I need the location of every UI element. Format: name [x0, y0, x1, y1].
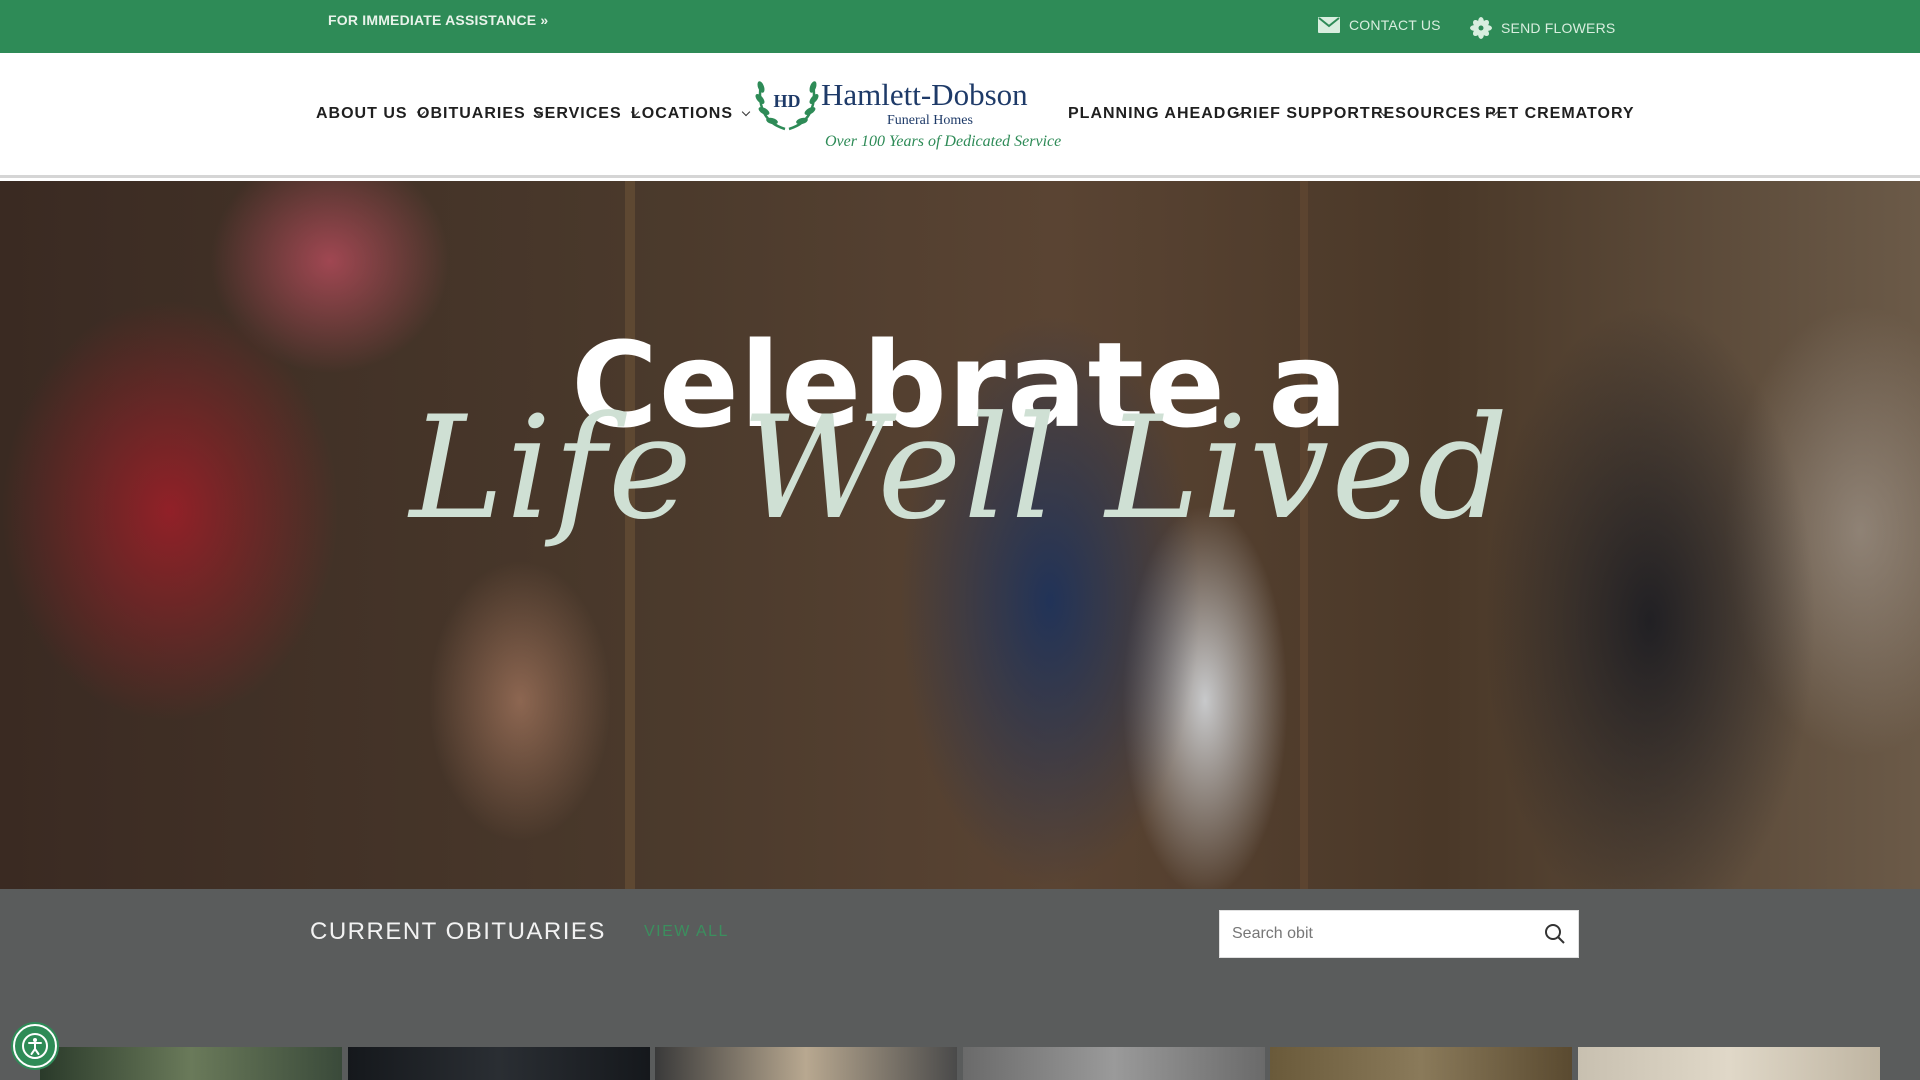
obituary-cards — [0, 1047, 1920, 1080]
top-bar: FOR IMMEDIATE ASSISTANCE » CONTACT US SE… — [0, 0, 1920, 53]
search-obit-input[interactable] — [1220, 911, 1520, 957]
obituary-card[interactable] — [1578, 1047, 1880, 1080]
nav-about-us[interactable]: ABOUT US — [316, 105, 425, 123]
hero-banner: Celebrate a Life Well Lived — [0, 181, 1920, 889]
obituaries-heading: CURRENT OBITUARIES — [310, 918, 606, 945]
send-flowers-label: SEND FLOWERS — [1501, 20, 1616, 36]
nav-grief-support[interactable]: GRIEF SUPPORT — [1227, 105, 1388, 123]
obituary-card[interactable] — [40, 1047, 342, 1080]
accessibility-button[interactable] — [13, 1024, 57, 1068]
logo-tagline: Over 100 Years of Dedicated Service — [825, 133, 1062, 150]
obituary-search — [1219, 910, 1579, 958]
obituary-card[interactable] — [348, 1047, 650, 1080]
current-obituaries-section: CURRENT OBITUARIES VIEW ALL — [0, 889, 1920, 1080]
logo-subtitle: Funeral Homes — [887, 113, 973, 128]
nav-resources[interactable]: RESOURCES — [1371, 105, 1499, 123]
contact-us-link[interactable]: CONTACT US — [1318, 17, 1441, 33]
nav-services[interactable]: SERVICES — [533, 105, 639, 123]
chevron-down-icon — [741, 107, 751, 117]
nav-label: OBITUARIES — [417, 105, 526, 122]
contact-us-label: CONTACT US — [1349, 17, 1441, 33]
nav-label: PLANNING AHEAD — [1068, 105, 1227, 122]
site-header: ABOUT US OBITUARIES SERVICES LOCATIONS H… — [0, 53, 1920, 178]
envelope-icon — [1318, 17, 1340, 33]
nav-label: LOCATIONS — [631, 105, 734, 122]
obituary-card[interactable] — [655, 1047, 957, 1080]
nav-locations[interactable]: LOCATIONS — [631, 105, 751, 123]
nav-planning-ahead[interactable]: PLANNING AHEAD — [1068, 105, 1244, 123]
obituary-card[interactable] — [963, 1047, 1265, 1080]
nav-label: SERVICES — [533, 105, 622, 122]
logo-monogram: HD — [774, 91, 801, 111]
site-logo[interactable]: HD Hamlett-Dobson Funeral Homes Over 100… — [755, 73, 1061, 163]
nav-label: ABOUT US — [316, 105, 408, 122]
laurel-monogram-icon: HD — [755, 81, 819, 131]
nav-obituaries[interactable]: OBITUARIES — [417, 105, 543, 123]
accessibility-icon — [22, 1033, 48, 1059]
view-all-link[interactable]: VIEW ALL — [644, 923, 729, 941]
immediate-assistance-link[interactable]: FOR IMMEDIATE ASSISTANCE » — [328, 12, 548, 28]
nav-label: PET CREMATORY — [1485, 105, 1635, 122]
send-flowers-link[interactable]: SEND FLOWERS — [1470, 17, 1615, 39]
hero-script-title: Life Well Lived — [409, 386, 1511, 551]
nav-label: GRIEF SUPPORT — [1227, 105, 1371, 122]
logo-name: Hamlett-Dobson — [821, 77, 1028, 112]
search-icon[interactable] — [1542, 921, 1568, 947]
nav-label: RESOURCES — [1371, 105, 1482, 122]
flower-icon — [1470, 17, 1492, 39]
obituary-card[interactable] — [1270, 1047, 1572, 1080]
nav-pet-crematory[interactable]: PET CREMATORY — [1485, 105, 1635, 123]
